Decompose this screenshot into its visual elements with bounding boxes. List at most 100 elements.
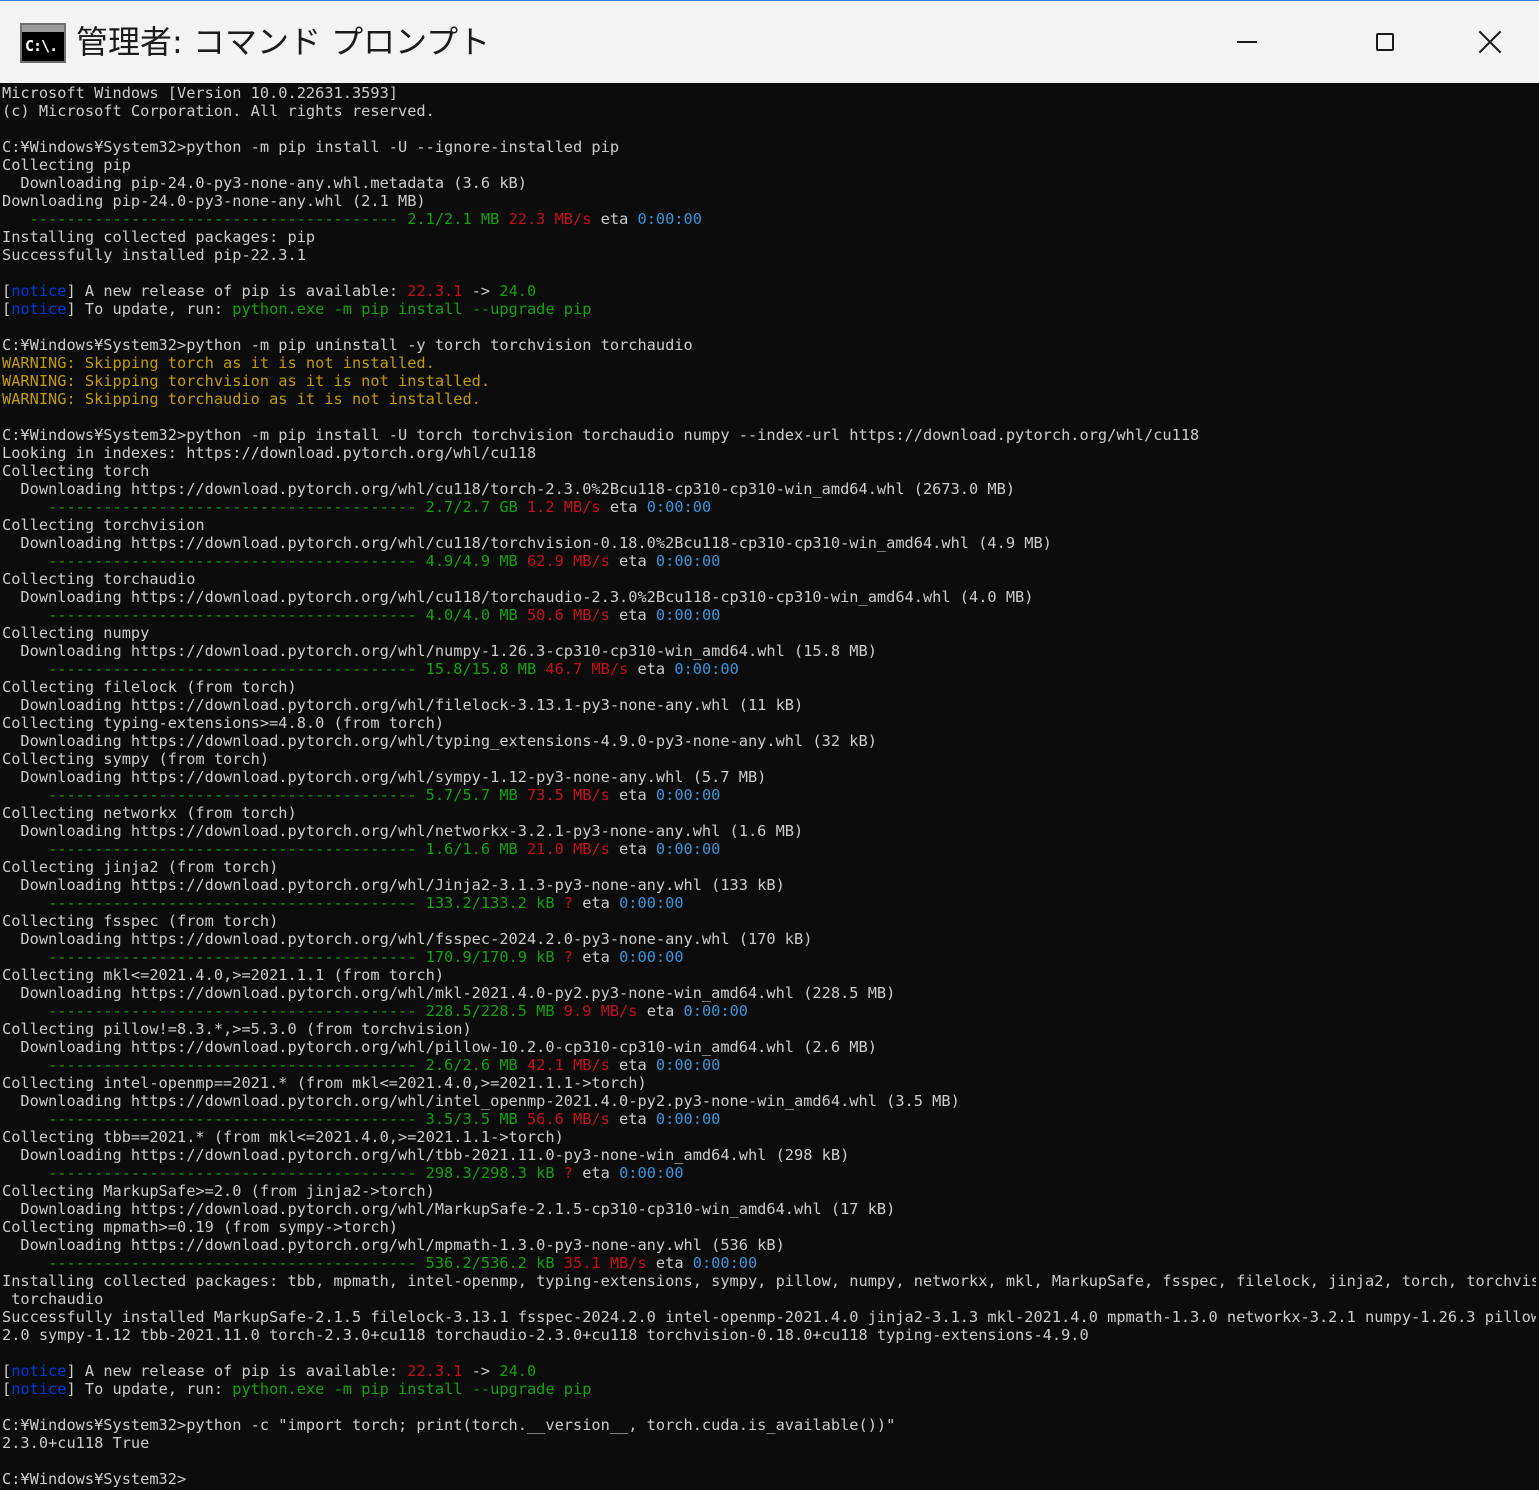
console-line: C:¥Windows¥System32>python -m pip instal… (2, 426, 1536, 444)
console-line: WARNING: Skipping torchvision as it is n… (2, 372, 1536, 390)
console-text: C:¥Windows¥System32>python -c "import to… (2, 1416, 896, 1434)
console-line: Collecting pip (2, 156, 1536, 174)
console-line: ----------------------------------------… (2, 840, 1536, 858)
console-line: Downloading pip-24.0-py3-none-any.whl (2… (2, 192, 1536, 210)
console-text: ----------------------------------------… (2, 894, 555, 912)
console-line: Looking in indexes: https://download.pyt… (2, 444, 1536, 462)
console-text: eta (609, 786, 656, 804)
console-line: [notice] To update, run: python.exe -m p… (2, 300, 1536, 318)
console-text: python.exe -m pip install --upgrade pip (232, 300, 592, 318)
console-text: ----------------------------------------… (2, 1110, 518, 1128)
console-text: 0:00:00 (655, 1056, 721, 1074)
console-text: Downloading https://download.pytorch.org… (2, 1146, 850, 1164)
console-text: Microsoft Windows [Version 10.0.22631.35… (2, 84, 399, 102)
console-text: eta (609, 606, 656, 624)
console-text: 1.2 MB/s (526, 498, 601, 516)
console-line: C:¥Windows¥System32>python -c "import to… (2, 1416, 1536, 1434)
console-text: C:¥Windows¥System32> (2, 1470, 187, 1488)
console-text: eta (646, 1254, 693, 1272)
console-line: WARNING: Skipping torchaudio as it is no… (2, 390, 1536, 408)
console-text: Downloading https://download.pytorch.org… (2, 1200, 896, 1218)
console-text: ----------------------------------------… (2, 498, 518, 516)
console-text: WARNING: Skipping torchaudio as it is no… (2, 390, 481, 408)
minimize-button[interactable] (1192, 1, 1302, 83)
console-text: Collecting fsspec (from torch) (2, 912, 279, 930)
console-text: 56.6 MB/s (526, 1110, 610, 1128)
console-text: 0:00:00 (692, 1254, 758, 1272)
console-text: 0:00:00 (619, 894, 684, 912)
console-text: Downloading https://download.pytorch.org… (2, 480, 1016, 498)
console-line: WARNING: Skipping torch as it is not ins… (2, 354, 1536, 372)
console-text: 22.3.1 (407, 1362, 463, 1380)
console-text: torchaudio (2, 1290, 104, 1308)
console-text: 62.9 MB/s (526, 552, 610, 570)
console-text: Downloading https://download.pytorch.org… (2, 534, 1052, 552)
console-line: ----------------------------------------… (2, 948, 1536, 966)
console-line: ----------------------------------------… (2, 210, 1536, 228)
console-text: eta (628, 660, 675, 678)
console-line: Downloading https://download.pytorch.org… (2, 1236, 1536, 1254)
console-text: eta (609, 840, 656, 858)
console-text: eta (591, 210, 638, 228)
console-text: 22.3.1 (407, 282, 463, 300)
console-text: 0:00:00 (674, 660, 739, 678)
console-text: Collecting sympy (from torch) (2, 750, 270, 768)
console-text: ----------------------------------------… (2, 1254, 555, 1272)
console-text: 0:00:00 (637, 210, 702, 228)
console-text: 22.3 MB/s (508, 210, 592, 228)
console-text: Collecting torchaudio (2, 570, 196, 588)
console-text: eta (609, 1110, 656, 1128)
console-text: Collecting pip (2, 156, 131, 174)
command-prompt-window: C:\. 管理者: コマンド プロンプト Microsoft Windows [… (0, 0, 1539, 1489)
console-text: Collecting jinja2 (from torch) (2, 858, 279, 876)
console-text: eta (637, 1002, 684, 1020)
console-line: Downloading https://download.pytorch.org… (2, 984, 1536, 1002)
close-button[interactable] (1440, 1, 1539, 83)
console-line: C:¥Windows¥System32>python -m pip uninst… (2, 336, 1536, 354)
console-text: eta (573, 1164, 620, 1182)
cmd-app-icon[interactable]: C:\. (20, 23, 66, 63)
console-text: Collecting torchvision (2, 516, 205, 534)
console-line: ----------------------------------------… (2, 1056, 1536, 1074)
console-text: Collecting numpy (2, 624, 150, 642)
console-text: ] To update, run: (66, 300, 233, 318)
console-line: Downloading https://download.pytorch.org… (2, 588, 1536, 606)
console-text: Collecting mpmath>=0.19 (from sympy->tor… (2, 1218, 399, 1236)
console-text: ----------------------------------------… (2, 840, 518, 858)
console-text: Collecting tbb==2021.* (from mkl<=2021.4… (2, 1128, 564, 1146)
console-text: ] A new release of pip is available: (66, 282, 408, 300)
console-text: Successfully installed MarkupSafe-2.1.5 … (2, 1308, 1536, 1326)
console-text: Collecting networkx (from torch) (2, 804, 297, 822)
maximize-button[interactable] (1330, 1, 1440, 83)
console-line: ----------------------------------------… (2, 786, 1536, 804)
console-line: Collecting jinja2 (from torch) (2, 858, 1536, 876)
console-output[interactable]: Microsoft Windows [Version 10.0.22631.35… (2, 83, 1536, 1490)
console-text: 0:00:00 (646, 498, 712, 516)
console-text: Downloading pip-24.0-py3-none-any.whl.me… (2, 174, 527, 192)
console-text: 2.0 sympy-1.12 tbb-2021.11.0 torch-2.3.0… (2, 1326, 1089, 1344)
console-text: Collecting mkl<=2021.4.0,>=2021.1.1 (fro… (2, 966, 445, 984)
console-text: [ (2, 1380, 12, 1398)
console-line: torchaudio (2, 1290, 1536, 1308)
console-text: ----------------------------------------… (2, 1002, 555, 1020)
console-line: Downloading https://download.pytorch.org… (2, 822, 1536, 840)
console-text: WARNING: Skipping torchvision as it is n… (2, 372, 491, 390)
console-line: C:¥Windows¥System32> (2, 1470, 1536, 1488)
title-bar[interactable]: C:\. 管理者: コマンド プロンプト (0, 1, 1539, 83)
console-text: 0:00:00 (619, 1164, 684, 1182)
console-line: ----------------------------------------… (2, 552, 1536, 570)
console-line: ----------------------------------------… (2, 1254, 1536, 1272)
console-line: Downloading https://download.pytorch.org… (2, 1038, 1536, 1056)
console-line: Downloading https://download.pytorch.org… (2, 696, 1536, 714)
console-line: Collecting MarkupSafe>=2.0 (from jinja2-… (2, 1182, 1536, 1200)
console-text: -> (462, 1362, 500, 1380)
console-text: ----------------------------------------… (2, 660, 537, 678)
console-line: Collecting intel-openmp==2021.* (from mk… (2, 1074, 1536, 1092)
console-line: ----------------------------------------… (2, 1110, 1536, 1128)
console-text: 9.9 MB/s (563, 1002, 638, 1020)
